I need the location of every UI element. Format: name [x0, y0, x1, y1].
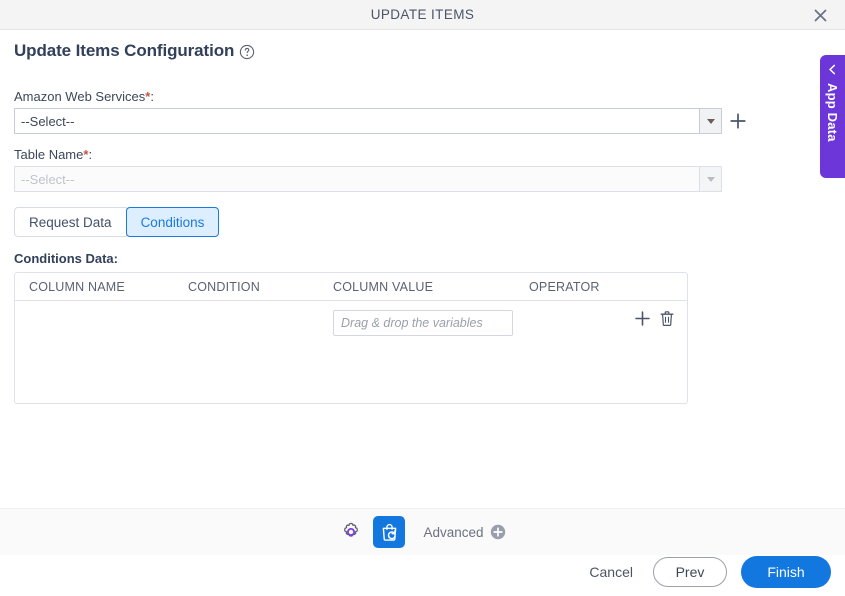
- circle-plus-icon[interactable]: [490, 524, 506, 540]
- chevron-down-icon[interactable]: [699, 109, 721, 133]
- advanced-toggle[interactable]: Advanced: [423, 524, 505, 540]
- finish-button[interactable]: Finish: [741, 556, 831, 588]
- tab-conditions[interactable]: Conditions: [125, 207, 220, 237]
- row-action-group: [634, 310, 675, 327]
- config-tabs: Request Data Conditions: [14, 207, 220, 237]
- column-header-operator: OPERATOR: [529, 280, 600, 294]
- chevron-down-icon-glyph: [706, 176, 715, 182]
- add-aws-connection-button[interactable]: [729, 112, 747, 130]
- bottom-toolbar: Advanced: [0, 508, 845, 555]
- table-row: [15, 301, 687, 347]
- column-value-input[interactable]: [333, 310, 513, 336]
- tab-request-data-label: Request Data: [29, 214, 112, 230]
- update-items-dialog: UPDATE ITEMS Update Items Configuration …: [0, 0, 845, 596]
- aws-select[interactable]: --Select--: [14, 108, 722, 134]
- table-name-select[interactable]: --Select--: [14, 166, 722, 192]
- shopping-bag-refresh-icon: [382, 523, 397, 541]
- page-header: Update Items Configuration: [14, 41, 255, 61]
- aws-field-label: Amazon Web Services*:: [14, 89, 154, 104]
- chevron-down-icon[interactable]: [699, 167, 721, 191]
- column-header-column-value: COLUMN VALUE: [333, 280, 434, 294]
- table-name-field-label: Table Name*:: [14, 147, 92, 162]
- conditions-table-header: COLUMN NAME CONDITION COLUMN VALUE OPERA…: [15, 273, 687, 301]
- chevron-down-icon-glyph: [706, 118, 715, 124]
- aws-select-value: --Select--: [21, 113, 75, 129]
- conditions-table: COLUMN NAME CONDITION COLUMN VALUE OPERA…: [14, 272, 688, 404]
- column-header-column-name: COLUMN NAME: [29, 280, 125, 294]
- close-icon-glyph: [814, 9, 826, 21]
- app-data-label: App Data: [825, 83, 840, 142]
- aws-label-colon: :: [150, 89, 154, 104]
- table-name-select-value: --Select--: [21, 171, 75, 187]
- delete-row-button[interactable]: [659, 310, 675, 327]
- table-name-label-text: Table Name: [14, 147, 84, 162]
- add-row-button[interactable]: [634, 310, 651, 327]
- update-items-activity-button[interactable]: [373, 516, 406, 548]
- cancel-button[interactable]: Cancel: [583, 558, 639, 586]
- close-icon[interactable]: [803, 0, 837, 30]
- tab-request-data[interactable]: Request Data: [14, 207, 127, 237]
- dialog-titlebar: UPDATE ITEMS: [0, 0, 845, 30]
- dialog-footer: Cancel Prev Finish: [583, 556, 831, 588]
- app-data-panel-toggle[interactable]: App Data: [820, 55, 845, 178]
- conditions-data-label: Conditions Data:: [14, 251, 118, 266]
- gear-icon[interactable]: [339, 520, 363, 544]
- page-title: Update Items Configuration: [14, 41, 235, 60]
- aws-label-text: Amazon Web Services: [14, 89, 146, 104]
- chevron-left-icon: [829, 64, 836, 75]
- tab-conditions-label: Conditions: [140, 214, 205, 230]
- dialog-title: UPDATE ITEMS: [370, 7, 475, 22]
- advanced-label: Advanced: [423, 524, 484, 540]
- prev-button[interactable]: Prev: [653, 557, 727, 587]
- help-circle-icon[interactable]: [239, 44, 255, 60]
- column-header-condition: CONDITION: [188, 280, 260, 294]
- table-name-label-colon: :: [88, 147, 93, 162]
